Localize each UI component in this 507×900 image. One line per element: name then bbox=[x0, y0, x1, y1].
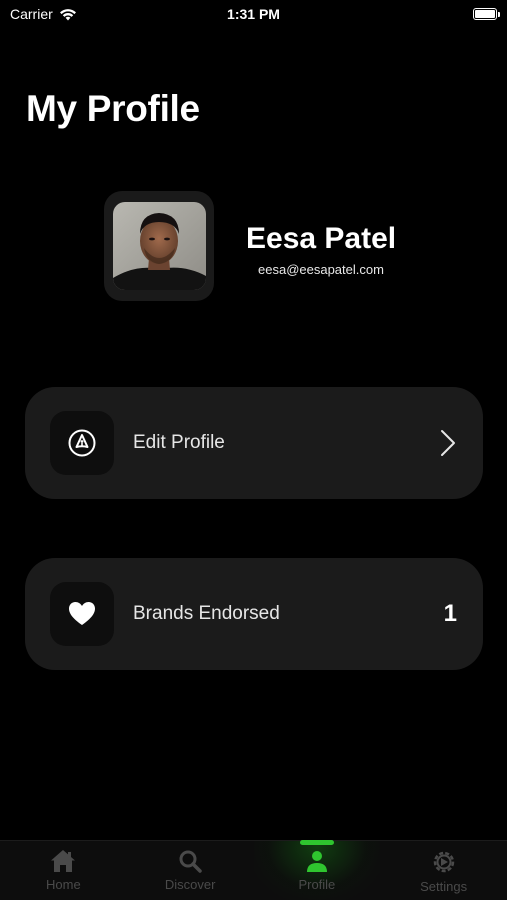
tab-settings-label: Settings bbox=[420, 879, 468, 894]
brands-endorsed-label: Brands Endorsed bbox=[133, 603, 280, 624]
page-title: My Profile bbox=[26, 88, 200, 129]
avatar-photo bbox=[112, 202, 206, 290]
edit-profile-button[interactable]: Edit Profile bbox=[25, 387, 483, 499]
wifi-icon bbox=[59, 8, 76, 20]
heart-icon bbox=[69, 602, 95, 625]
home-icon bbox=[51, 850, 76, 872]
carrier-label: Carrier bbox=[10, 6, 53, 22]
tab-profile[interactable]: Profile bbox=[253, 840, 381, 900]
battery-icon bbox=[473, 8, 500, 20]
gear-icon bbox=[433, 851, 454, 873]
battery-fill bbox=[475, 10, 495, 18]
search-icon bbox=[179, 850, 202, 873]
brands-endorsed-count: 1 bbox=[443, 600, 457, 627]
profile-email: eesa@eesapatel.com bbox=[258, 262, 384, 277]
tab-profile-label: Profile bbox=[298, 877, 336, 892]
tab-home[interactable]: Home bbox=[0, 841, 127, 900]
edit-profile-icon-box bbox=[50, 411, 114, 475]
pen-nib-icon bbox=[68, 429, 96, 457]
chevron-right-icon bbox=[441, 430, 455, 456]
tab-bar: Home Discover Profile Settings bbox=[0, 840, 507, 900]
person-icon bbox=[306, 851, 327, 872]
status-left: Carrier bbox=[10, 6, 77, 22]
brands-endorsed-icon-box bbox=[50, 582, 114, 646]
screen: Carrier 1:31 PM My Profile Eesa Patel ee… bbox=[0, 0, 507, 900]
brands-endorsed-row[interactable]: Brands Endorsed 1 bbox=[25, 558, 483, 670]
status-bar: Carrier 1:31 PM bbox=[0, 0, 507, 28]
tab-settings[interactable]: Settings bbox=[380, 841, 507, 900]
profile-name: Eesa Patel bbox=[246, 222, 397, 255]
avatar bbox=[112, 202, 206, 290]
tab-discover-label: Discover bbox=[164, 877, 216, 892]
tab-active-indicator bbox=[299, 840, 334, 845]
avatar-frame[interactable] bbox=[104, 191, 214, 301]
edit-profile-label: Edit Profile bbox=[133, 432, 225, 453]
tab-home-label: Home bbox=[46, 877, 81, 892]
tab-discover[interactable]: Discover bbox=[127, 841, 254, 900]
